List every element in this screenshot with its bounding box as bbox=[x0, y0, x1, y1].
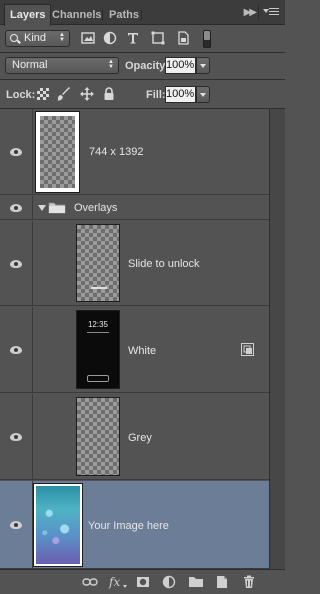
eye-visibility-icon[interactable] bbox=[10, 260, 22, 268]
select-arrows-icon: ▲ ▼ bbox=[59, 32, 65, 43]
image-filter-icon[interactable] bbox=[81, 31, 95, 45]
smart-object-badge-icon bbox=[241, 343, 254, 356]
collapse-panel-icon[interactable]: ▶▶ bbox=[244, 7, 257, 18]
visibility-column bbox=[0, 394, 33, 479]
svg-text:fx: fx bbox=[108, 575, 120, 589]
thumbnail-date-line bbox=[87, 332, 109, 333]
layer-filter-bar: Kind ▲ ▼ bbox=[0, 26, 285, 52]
search-icon bbox=[10, 34, 18, 42]
thumbnail-clock-text: 12:35 bbox=[87, 320, 109, 329]
shape-filter-icon[interactable] bbox=[151, 31, 165, 45]
visibility-column bbox=[0, 196, 33, 219]
fill-input[interactable]: 100% bbox=[165, 86, 196, 103]
link-layers-icon[interactable] bbox=[82, 575, 98, 589]
visibility-column bbox=[0, 221, 33, 305]
group-expand-triangle-icon[interactable] bbox=[38, 204, 46, 212]
layer-name: Your Image here bbox=[88, 520, 169, 532]
adjustment-filter-icon[interactable] bbox=[103, 31, 117, 45]
opacity-label: Opacity: bbox=[125, 60, 170, 72]
layer-group-overlays[interactable]: Overlays bbox=[0, 196, 269, 220]
filter-kind-label: Kind bbox=[24, 32, 47, 44]
group-name: Overlays bbox=[74, 202, 118, 214]
layers-bottom-toolbar: fx bbox=[0, 569, 285, 594]
lock-image-pixels-brush-icon[interactable] bbox=[57, 87, 71, 101]
layer-row-grey[interactable]: Grey bbox=[0, 394, 269, 480]
tab-separator bbox=[102, 9, 103, 21]
visibility-column bbox=[0, 109, 33, 194]
layers-scrollbar[interactable] bbox=[269, 109, 285, 569]
thumbnail-slider-bar bbox=[87, 375, 109, 382]
add-layer-mask-icon[interactable] bbox=[136, 575, 150, 589]
lock-position-move-icon[interactable] bbox=[80, 87, 94, 101]
fill-label: Fill: bbox=[146, 89, 166, 101]
layer-thumbnail bbox=[76, 397, 120, 476]
eye-visibility-icon[interactable] bbox=[10, 346, 22, 354]
panel-tab-bar: Layers Channels Paths ▶▶ bbox=[0, 0, 285, 26]
layer-thumbnail-image bbox=[33, 483, 83, 567]
filter-toggle-switch[interactable] bbox=[203, 30, 211, 48]
new-group-folder-icon[interactable] bbox=[188, 575, 204, 589]
layer-row-slide-to-unlock[interactable]: Slide to unlock bbox=[0, 221, 269, 306]
blend-mode-select[interactable]: Normal ▲ ▼ bbox=[5, 57, 119, 74]
layer-row-744x1392[interactable]: 744 x 1392 bbox=[0, 109, 269, 195]
layer-row-white[interactable]: 12:35 White bbox=[0, 307, 269, 393]
tab-separator bbox=[141, 9, 142, 21]
eye-visibility-icon[interactable] bbox=[10, 521, 22, 529]
opacity-dropdown-button[interactable] bbox=[196, 57, 210, 74]
panel-menu-icon[interactable] bbox=[263, 6, 279, 18]
smart-object-filter-icon[interactable] bbox=[176, 31, 190, 45]
blend-options-bar: Normal ▲ ▼ Opacity: 100% bbox=[0, 53, 285, 79]
tab-paths[interactable]: Paths bbox=[104, 5, 144, 25]
layer-row-your-image-here[interactable]: Your Image here bbox=[0, 481, 269, 569]
tab-separator bbox=[258, 5, 259, 20]
layers-list: 744 x 1392 Overlays Slide to unlock 12:3… bbox=[0, 109, 269, 569]
opacity-input[interactable]: 100% bbox=[165, 57, 196, 74]
visibility-column bbox=[0, 481, 33, 568]
lock-all-padlock-icon[interactable] bbox=[102, 87, 116, 101]
lock-options-bar: Lock: Fill: 100% bbox=[0, 80, 285, 107]
layer-effects-fx-icon[interactable]: fx bbox=[108, 575, 128, 589]
layer-name: 744 x 1392 bbox=[89, 146, 144, 158]
layer-name: Grey bbox=[128, 432, 152, 444]
new-layer-icon[interactable] bbox=[215, 575, 229, 589]
new-adjustment-layer-icon[interactable] bbox=[162, 575, 176, 589]
delete-layer-trash-icon[interactable] bbox=[242, 575, 256, 589]
layer-thumbnail bbox=[35, 111, 80, 193]
tab-channels[interactable]: Channels bbox=[47, 5, 107, 25]
layer-name: Slide to unlock bbox=[128, 258, 200, 270]
blend-mode-value: Normal bbox=[12, 59, 48, 71]
eye-visibility-icon[interactable] bbox=[10, 433, 22, 441]
slide-text-mark bbox=[91, 287, 107, 289]
filter-kind-select[interactable]: Kind ▲ ▼ bbox=[5, 30, 70, 47]
eye-visibility-icon[interactable] bbox=[10, 204, 22, 212]
type-filter-icon[interactable] bbox=[126, 31, 140, 45]
visibility-column bbox=[0, 307, 33, 392]
lock-transparent-pixels-icon[interactable] bbox=[36, 87, 50, 101]
fill-dropdown-button[interactable] bbox=[196, 86, 210, 103]
layer-thumbnail bbox=[76, 224, 120, 302]
tab-layers[interactable]: Layers bbox=[4, 4, 52, 26]
lock-label: Lock: bbox=[6, 89, 36, 101]
layer-name: White bbox=[128, 345, 157, 357]
select-arrows-icon: ▲ ▼ bbox=[108, 59, 114, 70]
eye-visibility-icon[interactable] bbox=[10, 148, 22, 156]
folder-icon bbox=[48, 202, 66, 214]
layer-thumbnail-lockscreen: 12:35 bbox=[76, 310, 120, 389]
